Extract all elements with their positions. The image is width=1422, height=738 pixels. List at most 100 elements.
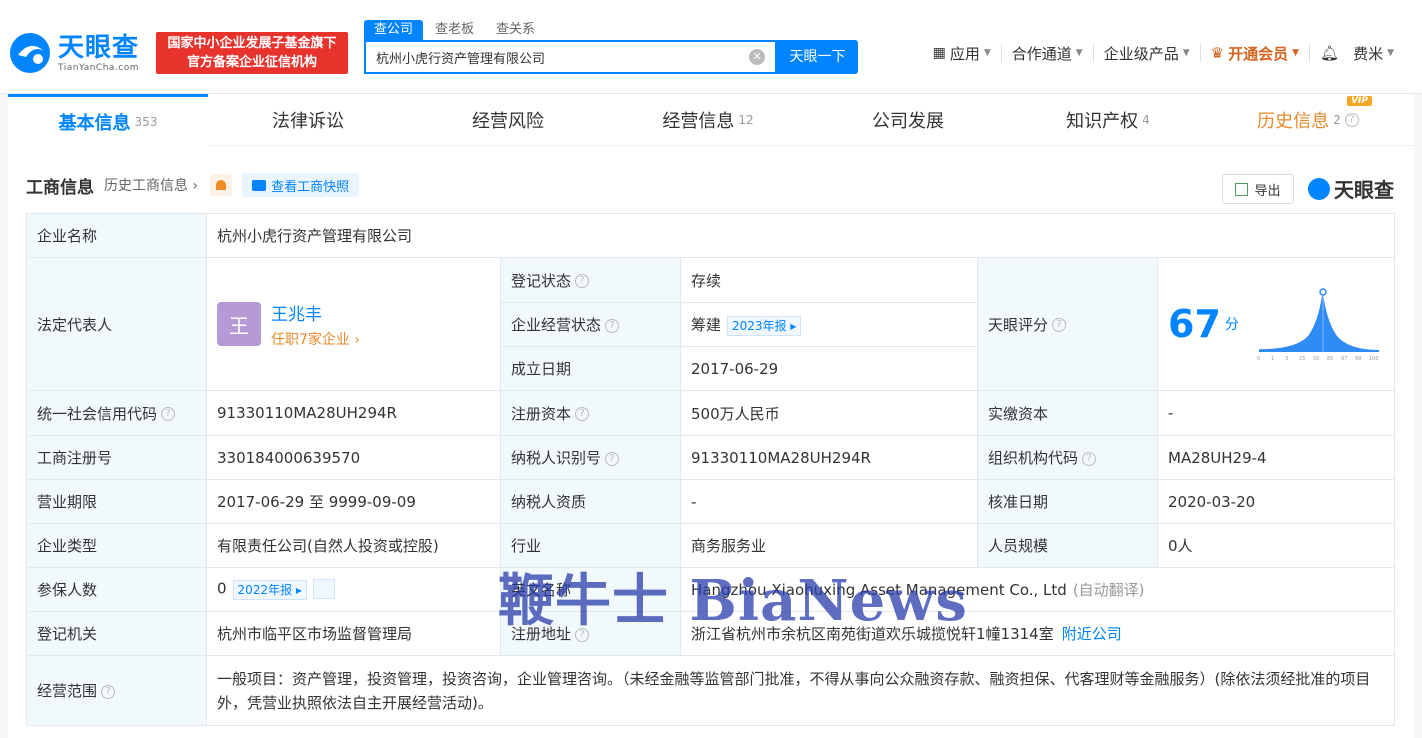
tab-ip[interactable]: 知识产权 4 [1008,94,1208,146]
table-row: 登记机关 杭州市临平区市场监督管理局 注册地址? 浙江省杭州市余杭区南苑街道欢乐… [26,611,1395,656]
help-icon[interactable]: ? [575,407,590,421]
help-icon[interactable]: ? [605,451,620,466]
table-row: 营业期限 2017-06-29 至 9999-09-09 纳税人资质 - 核准日… [26,479,1395,524]
insured-cell: 0 2022年报 ▸ [206,567,501,612]
tab-label: 法律诉讼 [272,111,344,132]
nav-user[interactable]: 🔔︎ 费米 ▼ [1310,44,1404,63]
clear-icon[interactable]: ✕ [749,49,765,65]
tab-label: 历史信息 [1257,111,1330,132]
tab-count: 2 [1333,113,1341,127]
tab-development[interactable]: 公司发展 [808,94,1008,146]
tab-risk[interactable]: 经营风险 [408,94,608,146]
nav-vip[interactable]: ♛ 开通会员 ▼ [1201,44,1311,63]
site-logo[interactable]: 天眼查 TianYanCha.com [8,30,148,76]
op-status-cell: 筹建 2023年报 ▸ [680,302,978,347]
nav-enterprise-label: 企业级产品 [1103,44,1179,63]
tab-history[interactable]: VIP 历史信息 2? [1208,94,1408,146]
tab-label: 公司发展 [872,111,944,132]
brand-mark-text: 天眼查 [1334,178,1394,202]
annual-report-tag[interactable]: 2023年报 ▸ [727,315,802,336]
staff-label: 人员规模 [977,523,1158,568]
taxpayer-id-value: 91330110MA28UH294R [680,435,978,480]
tab-basic-info[interactable]: 基本信息 353 [8,94,208,146]
authority-label: 登记机关 [26,611,207,656]
chevron-down-icon: ▼ [983,48,991,58]
table-row: 工商注册号 330184000639570 纳税人识别号? 91330110MA… [26,435,1395,480]
chevron-down-icon: ▼ [1182,48,1190,58]
score-cell[interactable]: 67 分 0 1 3 15 50 85 97 99 100 [1157,257,1395,391]
tianyancha-logo-icon [1308,177,1330,200]
logo-text: 天眼查 [58,33,140,63]
tab-count: 353 [134,114,158,129]
tab-operation[interactable]: 经营信息 12 [608,94,808,146]
excel-icon [1235,182,1249,196]
promo-badge: 国家中小企业发展子基金旗下 官方备案企业征信机构 [156,32,348,74]
help-icon[interactable]: ? [605,318,620,333]
search-button[interactable]: 天眼一下 [777,40,858,74]
legal-rep-label: 法定代表人 [26,257,207,391]
scope-label: 经营范围? [26,655,207,726]
score-value: 67 [1168,302,1221,346]
reg-capital-label-text: 注册资本 [511,404,572,423]
snapshot-label: 查看工商快照 [271,179,350,195]
camera-icon [252,179,267,191]
org-code-value: MA28UH29-4 [1157,435,1395,480]
op-status-label: 企业经营状态? [500,302,681,347]
snapshot-button[interactable]: 查看工商快照 [242,173,360,197]
help-icon[interactable]: ? [1052,318,1067,332]
brand-mark: 天眼查 [1308,174,1394,203]
search-tab-relation[interactable]: 查关系 [486,20,545,40]
help-icon[interactable]: ? [575,627,590,642]
export-button[interactable]: 导出 [1222,174,1294,204]
axis-tick: 97 [1341,356,1347,362]
table-row: 参保人数 0 2022年报 ▸ 英文名称 Hangzhou Xiaohuxing … [26,567,1395,612]
help-icon[interactable]: ? [101,684,116,699]
search-tab-boss[interactable]: 查老板 [425,20,484,40]
annual-report-tag[interactable]: 2022年报 ▸ [232,579,307,600]
axis-tick: 1 [1271,356,1274,362]
trend-chart-icon[interactable] [312,579,335,600]
nav-apps[interactable]: ▦ 应用 ▼ [923,44,1002,63]
table-row: 法定代表人 王 王兆丰 任职7家企业 › 登记状态? 存续 天眼评分? 67 分 [26,257,1395,391]
credit-code-label-text: 统一社会信用代码 [37,404,158,423]
paid-capital-value: - [1157,390,1395,436]
help-icon[interactable]: ? [575,274,590,288]
search-box: ✕ [364,40,777,74]
tab-label: 经营风险 [472,111,544,132]
axis-tick: 0 [1257,356,1260,362]
nav-partner-label: 合作通道 [1011,44,1072,63]
term-value: 2017-06-29 至 9999-09-09 [206,479,501,524]
insured-value: 0 [217,579,227,598]
reg-capital-value: 500万人民币 [680,390,978,436]
history-link[interactable]: 历史工商信息 › [104,175,198,195]
scope-value: 一般项目：资产管理，投资管理，投资咨询，企业管理咨询。（未经金融等监管部门批准，… [206,655,1395,726]
search-tab-company[interactable]: 查公司 [364,20,424,40]
nearby-companies-link[interactable]: 附近公司 [1062,625,1122,643]
tab-count: 4 [1142,113,1150,127]
tax-qual-value: - [680,479,978,524]
subscribe-bell-icon[interactable] [210,174,233,196]
help-icon[interactable]: ? [1344,113,1359,127]
reg-status-label-text: 登记状态 [511,271,572,290]
en-name-value: Hangzhou Xiaohuxing Asset Management Co.… [691,581,1067,599]
nav-enterprise[interactable]: 企业级产品 ▼ [1094,44,1201,63]
axis-tick: 15 [1299,356,1305,362]
scope-label-text: 经营范围 [37,682,98,700]
nav-partner[interactable]: 合作通道 ▼ [1002,44,1094,63]
credit-code-value: 91330110MA28UH294R [206,390,501,436]
legal-rep-companies-link[interactable]: 任职7家企业 › [271,329,360,349]
help-icon[interactable]: ? [161,407,176,421]
tab-count: 12 [738,113,754,127]
op-status-label-text: 企业经营状态 [511,316,602,334]
legal-rep-name[interactable]: 王兆丰 [271,300,360,325]
bell-icon[interactable]: 🔔︎ [1320,44,1339,62]
help-icon[interactable]: ? [1082,451,1097,466]
table-row: 企业类型 有限责任公司(自然人投资或控股) 行业 商务服务业 人员规模 0人 [26,523,1395,568]
insured-label: 参保人数 [26,567,207,612]
avatar[interactable]: 王 [217,302,261,346]
search-input[interactable] [376,49,749,65]
axis-tick: 50 [1313,356,1319,362]
approve-date-label: 核准日期 [977,479,1158,524]
auto-translate-note: (自动翻译) [1072,581,1145,599]
tab-legal[interactable]: 法律诉讼 [208,94,408,146]
